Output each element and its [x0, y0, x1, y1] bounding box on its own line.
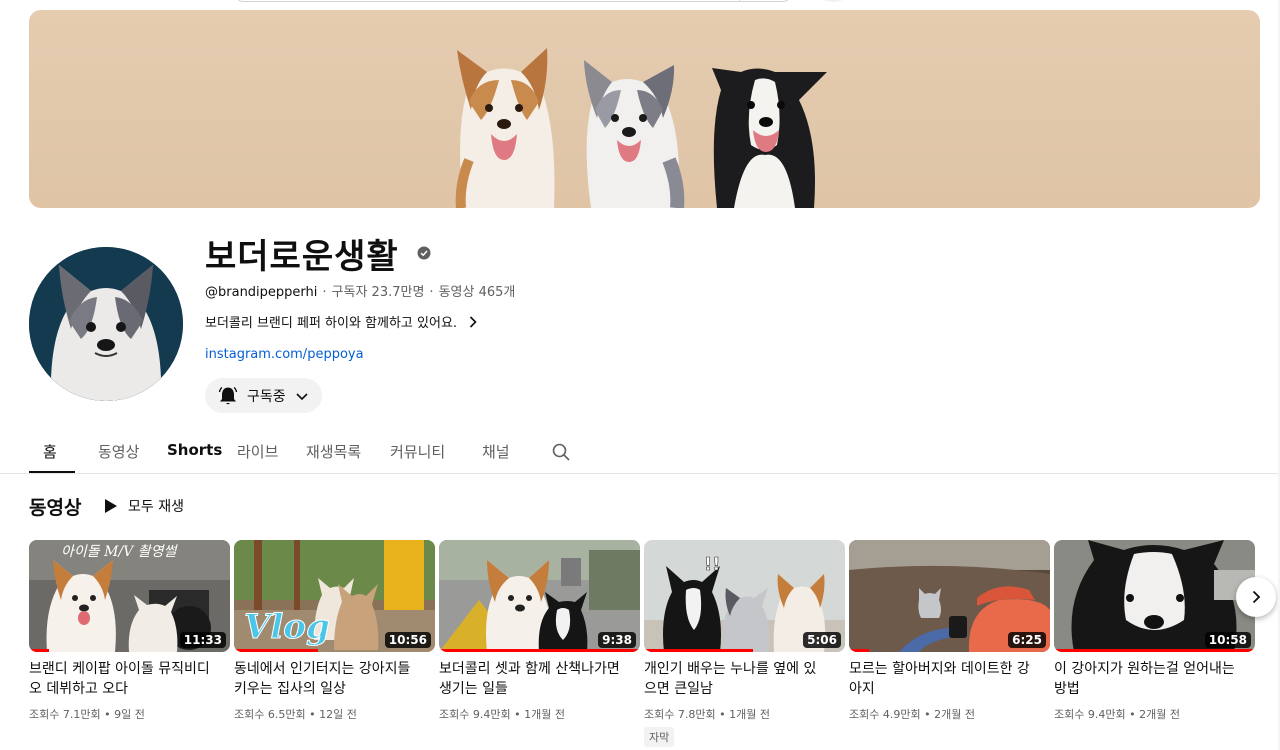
tab-home[interactable]: 홈 — [43, 430, 57, 472]
watch-progress-bar — [849, 649, 870, 652]
watch-progress-bar — [439, 649, 640, 652]
video-thumbnail[interactable]: 6:25 — [849, 540, 1050, 652]
tab-community[interactable]: 커뮤니티 — [390, 430, 445, 472]
watch-progress-bar — [1054, 649, 1255, 652]
view-count: 조회수 9.4만회 — [1054, 708, 1126, 721]
view-count: 조회수 9.4만회 — [439, 708, 511, 721]
video-card[interactable]: 10:58 이 강아지가 원하는걸 얻어내는 방법 조회수 9.4만회 • 2개… — [1054, 540, 1255, 722]
subscriber-count: 구독자 23.7만명 — [331, 285, 425, 300]
video-duration: 10:56 — [384, 632, 431, 648]
video-meta: 조회수 7.8만회 • 1개월 전 — [644, 708, 770, 721]
upload-age: 1개월 전 — [524, 708, 565, 721]
watch-progress-bar — [234, 649, 319, 652]
tab-playlists[interactable]: 재생목록 — [306, 430, 361, 472]
upload-age: 2개월 전 — [934, 708, 975, 721]
chevron-down-icon — [296, 392, 308, 400]
chevron-right-icon — [469, 315, 477, 328]
banner-dogs-illustration — [455, 48, 827, 208]
video-title[interactable]: 동네에서 인기터지는 강아지들 키우는 집사의 일상 — [234, 659, 418, 699]
thumbnail-overlay-text: 아이돌 M/V 촬영썰 — [61, 544, 178, 560]
section-title: 동영상 — [29, 497, 82, 519]
bell-icon — [218, 386, 238, 404]
tab-videos[interactable]: 동영상 — [98, 430, 139, 472]
upload-age: 2개월 전 — [1139, 708, 1180, 721]
chevron-right-icon — [1252, 590, 1261, 604]
tabs-divider — [0, 473, 1280, 474]
channel-description[interactable]: 보더콜리 브랜디 페퍼 하이와 함께하고 있어요. — [205, 312, 481, 331]
video-count: 동영상 465개 — [438, 285, 516, 300]
banner-dog-1 — [455, 48, 555, 208]
channel-avatar[interactable] — [29, 247, 183, 401]
banner-dog-2 — [584, 60, 685, 208]
view-count: 조회수 6.5만회 — [234, 708, 306, 721]
video-meta: 조회수 9.4만회 • 2개월 전 — [1054, 708, 1180, 721]
video-card[interactable]: !! 5:06 개인기 배우는 누나를 옆에 있으면 큰일남 조회수 7.8만회… — [644, 540, 845, 747]
play-all-button[interactable]: 모두 재생 — [104, 494, 184, 518]
instagram-link[interactable]: instagram.com/peppoya — [205, 347, 364, 362]
video-meta: 조회수 4.9만회 • 2개월 전 — [849, 708, 975, 721]
video-thumbnail[interactable]: Vlog 10:56 — [234, 540, 435, 652]
separator-dot: · — [429, 285, 434, 300]
avatar-dog-illustration — [29, 247, 183, 401]
video-card[interactable]: 6:25 모르는 할아버지와 데이트한 강아지 조회수 4.9만회 • 2개월 … — [849, 540, 1050, 722]
subscribed-button[interactable]: 구독중 — [205, 378, 322, 413]
video-card[interactable]: Vlog 10:56 동네에서 인기터지는 강아지들 키우는 집사의 일상 조회… — [234, 540, 435, 722]
thumbnail-overlay-text: !! — [704, 554, 720, 575]
channel-banner — [29, 10, 1260, 208]
channel-name: 보더로운생활 — [205, 237, 399, 277]
video-title[interactable]: 브랜디 케이팝 아이돌 뮤직비디오 데뷔하고 오다 — [29, 659, 213, 699]
video-thumbnail[interactable]: !! 5:06 — [644, 540, 845, 652]
video-duration: 9:38 — [598, 632, 636, 648]
banner-dog-3 — [712, 68, 827, 208]
video-thumbnail[interactable]: 9:38 — [439, 540, 640, 652]
search-icon[interactable] — [551, 442, 571, 462]
video-card[interactable]: 아이돌 M/V 촬영썰 11:33 브랜디 케이팝 아이돌 뮤직비디오 데뷔하고… — [29, 540, 230, 722]
video-duration: 6:25 — [1008, 632, 1046, 648]
search-divider — [739, 0, 740, 1]
video-title[interactable]: 개인기 배우는 누나를 옆에 있으면 큰일남 — [644, 659, 828, 699]
video-meta: 조회수 7.1만회 • 9일 전 — [29, 708, 145, 721]
channel-stats: @brandipepperhi · 구독자 23.7만명 · 동영상 465개 — [205, 281, 515, 300]
play-all-label: 모두 재생 — [128, 499, 184, 515]
search-box-remnant[interactable] — [235, 0, 791, 2]
tab-channels[interactable]: 채널 — [482, 430, 510, 472]
video-meta: 조회수 6.5만회 • 12일 전 — [234, 708, 357, 721]
tab-live[interactable]: 라이브 — [237, 430, 278, 472]
upload-age: 12일 전 — [319, 708, 357, 721]
play-icon — [105, 499, 117, 513]
video-title[interactable]: 이 강아지가 원하는걸 얻어내는 방법 — [1054, 659, 1238, 699]
upload-age: 9일 전 — [114, 708, 145, 721]
watch-progress-bar — [29, 649, 50, 652]
video-title[interactable]: 보더콜리 셋과 함께 산책나가면 생기는 일들 — [439, 659, 623, 699]
video-duration: 5:06 — [803, 632, 841, 648]
video-meta: 조회수 9.4만회 • 1개월 전 — [439, 708, 565, 721]
channel-handle: @brandipepperhi — [205, 285, 318, 300]
video-title[interactable]: 모르는 할아버지와 데이트한 강아지 — [849, 659, 1033, 699]
next-arrow-button[interactable] — [1236, 577, 1276, 617]
subscribed-label: 구독중 — [247, 388, 286, 405]
description-text: 보더콜리 브랜디 페퍼 하이와 함께하고 있어요. — [205, 316, 458, 331]
watch-progress-bar — [644, 649, 753, 652]
video-card[interactable]: 9:38 보더콜리 셋과 함께 산책나가면 생기는 일들 조회수 9.4만회 •… — [439, 540, 640, 722]
verified-check-icon — [417, 246, 431, 260]
separator-dot: · — [322, 285, 327, 300]
video-duration: 11:33 — [179, 632, 226, 648]
view-count: 조회수 4.9만회 — [849, 708, 921, 721]
video-thumbnail[interactable]: 아이돌 M/V 촬영썰 11:33 — [29, 540, 230, 652]
thumbnail-overlay-text: Vlog — [244, 607, 330, 647]
video-thumbnail[interactable]: 10:58 — [1054, 540, 1255, 652]
view-count: 조회수 7.1만회 — [29, 708, 101, 721]
video-duration: 10:58 — [1204, 632, 1251, 648]
tab-shorts[interactable]: Shorts — [167, 430, 222, 472]
view-count: 조회수 7.8만회 — [644, 708, 716, 721]
caption-badge: 자막 — [644, 727, 675, 747]
youtube-channel-page: 보더로운생활 @brandipepperhi · 구독자 23.7만명 · 동영상 46… — [0, 0, 1280, 750]
upload-age: 1개월 전 — [729, 708, 770, 721]
voice-search-button[interactable] — [818, 0, 848, 2]
